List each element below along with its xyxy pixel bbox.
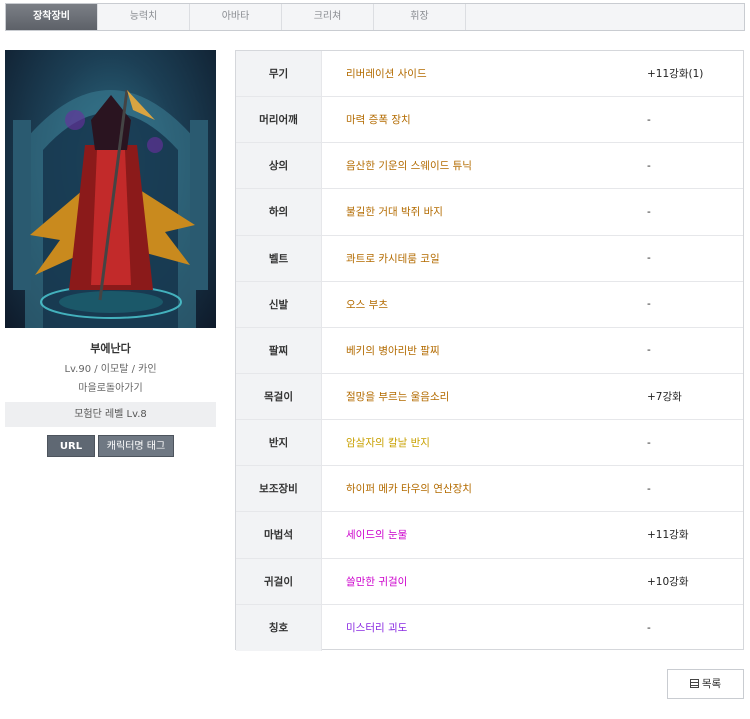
equipment-enhance: -: [647, 113, 651, 126]
equipment-slot: 하의: [236, 189, 322, 235]
equipment-slot: 머리어깨: [236, 97, 322, 143]
adventure-level: 모험단 레벨 Lv.8: [5, 402, 216, 427]
equipment-slot: 팔찌: [236, 327, 322, 373]
equipment-enhance: +7강화: [647, 391, 682, 404]
equipment-row: 머리어깨 마력 증폭 장치 -: [236, 97, 743, 144]
tab-equipment[interactable]: 장착장비: [6, 4, 98, 30]
equipment-enhance: +11강화: [647, 529, 689, 542]
equipment-item-name[interactable]: 암살자의 칼날 반지: [322, 420, 647, 465]
equipment-item-name[interactable]: 콰트로 카시테룸 코일: [322, 236, 647, 281]
tab-emblem[interactable]: 휘장: [374, 4, 466, 30]
equipment-slot: 귀걸이: [236, 558, 322, 604]
equipment-slot: 마법석: [236, 512, 322, 558]
equipment-row: 목걸이 절망을 부르는 울음소리 +7강화: [236, 373, 743, 421]
equipment-enhance: -: [647, 205, 651, 218]
equipment-row: 칭호 미스터리 괴도 -: [236, 604, 743, 651]
equipment-slot: 목걸이: [236, 373, 322, 420]
equipment-table: 무기 리버레이션 사이드 +11강화(1) 머리어깨 마력 증폭 장치 - 상의 음산한 기운…: [235, 50, 744, 651]
equipment-item-name[interactable]: 마력 증폭 장치: [322, 97, 647, 142]
equipment-slot: 반지: [236, 420, 322, 466]
equipment-item-name[interactable]: 하이퍼 메카 타우의 연산장치: [322, 466, 647, 511]
equipment-item-name[interactable]: 불길한 거대 박쥐 바지: [322, 189, 647, 234]
character-name: 부에난다: [90, 342, 131, 355]
tab-avatar[interactable]: 아바타: [190, 4, 282, 30]
equipment-enhance: -: [647, 252, 651, 265]
character-info: Lv.90 / 이모탈 / 카인: [64, 364, 157, 375]
equipment-row: 하의 불길한 거대 박쥐 바지 -: [236, 189, 743, 236]
tab-bar: 장착장비 능력치 아바타 크리쳐 휘장: [5, 3, 745, 31]
character-portrait: [5, 50, 216, 328]
equipment-enhance: -: [647, 621, 651, 634]
equipment-item-name[interactable]: 절망을 부르는 울음소리: [322, 374, 647, 419]
tab-stats[interactable]: 능력치: [98, 4, 190, 30]
equipment-enhance: +11강화(1): [647, 68, 704, 81]
name-tag-button[interactable]: 캐릭터명 태그: [98, 435, 174, 457]
equipment-enhance: -: [647, 344, 651, 357]
equipment-item-name[interactable]: 오스 부츠: [322, 282, 647, 327]
equipment-enhance: -: [647, 436, 651, 449]
url-button[interactable]: URL: [47, 435, 95, 457]
equipment-slot: 무기: [236, 51, 322, 97]
equipment-slot: 벨트: [236, 235, 322, 281]
equipment-enhance: +10강화: [647, 575, 689, 588]
list-button[interactable]: 목록: [667, 669, 744, 699]
equipment-slot: 칭호: [236, 604, 322, 651]
list-icon: [689, 679, 699, 688]
equipment-item-name[interactable]: 베키의 병아리반 팔찌: [322, 328, 647, 373]
equipment-slot: 신발: [236, 281, 322, 327]
equipment-row: 신발 오스 부츠 -: [236, 281, 743, 328]
equipment-item-name[interactable]: 세이드의 눈물: [322, 512, 647, 557]
character-image: [13, 89, 208, 328]
tab-creature[interactable]: 크리쳐: [282, 4, 374, 30]
equipment-slot: 보조장비: [236, 466, 322, 512]
equipment-item-name[interactable]: 리버레이션 사이드: [322, 51, 647, 96]
equipment-row: 상의 음산한 기운의 스웨이드 튜닉 -: [236, 143, 743, 190]
equipment-row: 무기 리버레이션 사이드 +11강화(1): [236, 51, 743, 98]
equipment-row: 팔찌 베키의 병아리반 팔찌 -: [236, 327, 743, 374]
character-guild: 마을로돌아가기: [78, 383, 143, 394]
list-button-label: 목록: [701, 678, 722, 690]
equipment-enhance: -: [647, 298, 651, 311]
equipment-row: 귀걸이 쓸만한 귀걸이 +10강화: [236, 558, 743, 605]
equipment-row: 반지 암살자의 칼날 반지 -: [236, 420, 743, 467]
equipment-item-name[interactable]: 쓸만한 귀걸이: [322, 559, 647, 604]
equipment-item-name[interactable]: 미스터리 괴도: [322, 605, 647, 651]
equipment-row: 마법석 세이드의 눈물 +11강화: [236, 512, 743, 559]
equipment-enhance: -: [647, 159, 651, 172]
equipment-row: 보조장비 하이퍼 메카 타우의 연산장치 -: [236, 466, 743, 513]
equipment-item-name[interactable]: 음산한 기운의 스웨이드 튜닉: [322, 143, 647, 188]
equipment-row: 벨트 콰트로 카시테룸 코일 -: [236, 235, 743, 282]
equipment-slot: 상의: [236, 143, 322, 189]
equipment-enhance: -: [647, 482, 651, 495]
